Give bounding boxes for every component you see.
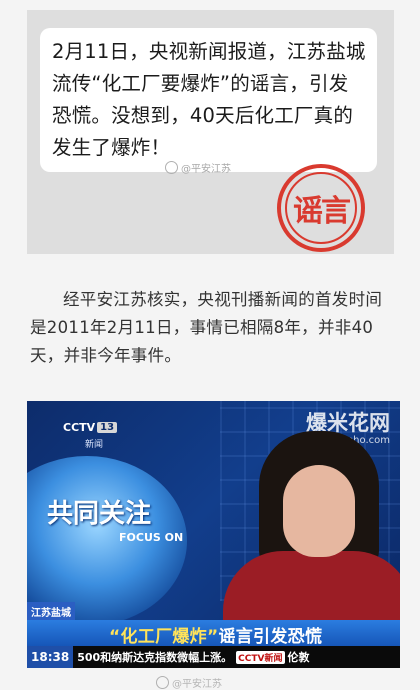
channel-sub: 新闻 <box>85 440 104 450</box>
quote-bubble: 2月11日，央视新闻报道，江苏盐城流传“化工厂要爆炸”的谣言，引发恐慌。没想到，… <box>40 28 377 172</box>
news-ticker: 18:38 500和纳斯达克指数微幅上涨。 CCTV新闻 伦敦 <box>27 646 400 668</box>
ticker-logo: CCTV新闻 <box>236 650 285 664</box>
news-screenshot: CCTV 13 新闻 爆米花网 www.pomoho.com 共同关注 FOCU… <box>27 401 400 668</box>
quote-card: 2月11日，央视新闻报道，江苏盐城流传“化工厂要爆炸”的谣言，引发恐慌。没想到，… <box>27 10 394 254</box>
program-title: 共同关注 <box>47 499 152 529</box>
anchor-face <box>283 465 355 557</box>
channel-number: 13 <box>97 422 118 433</box>
headline-quoted: “化工厂爆炸” <box>109 627 219 647</box>
ticker-clock: 18:38 <box>27 646 74 668</box>
anchor-body <box>223 551 400 631</box>
program-subtitle: FOCUS ON <box>119 531 184 544</box>
article-paragraph: 经平安江苏核实，央视刊播新闻的首发时间是2011年2月11日，事情已相隔8年，并… <box>30 290 383 365</box>
ticker-tail: 伦敦 <box>287 651 310 664</box>
cctv-logo-text: CCTV <box>63 421 96 434</box>
rumor-stamp: 谣言 <box>277 164 365 252</box>
weibo-icon <box>165 161 178 174</box>
rumor-stamp-text: 谣言 <box>285 172 357 244</box>
quote-watermark: @平安江苏 <box>165 160 231 175</box>
ticker-text: 500和纳斯达克指数微幅上涨。 <box>77 651 233 664</box>
news-headline: “化工厂爆炸”谣言引发恐慌 <box>109 622 322 647</box>
weibo-icon <box>156 676 169 689</box>
quote-watermark-text: @平安江苏 <box>181 164 231 175</box>
location-tag: 江苏盐城 <box>27 602 75 621</box>
cctv-logo: CCTV 13 <box>63 421 118 434</box>
headline-rest: 谣言引发恐慌 <box>218 627 323 647</box>
